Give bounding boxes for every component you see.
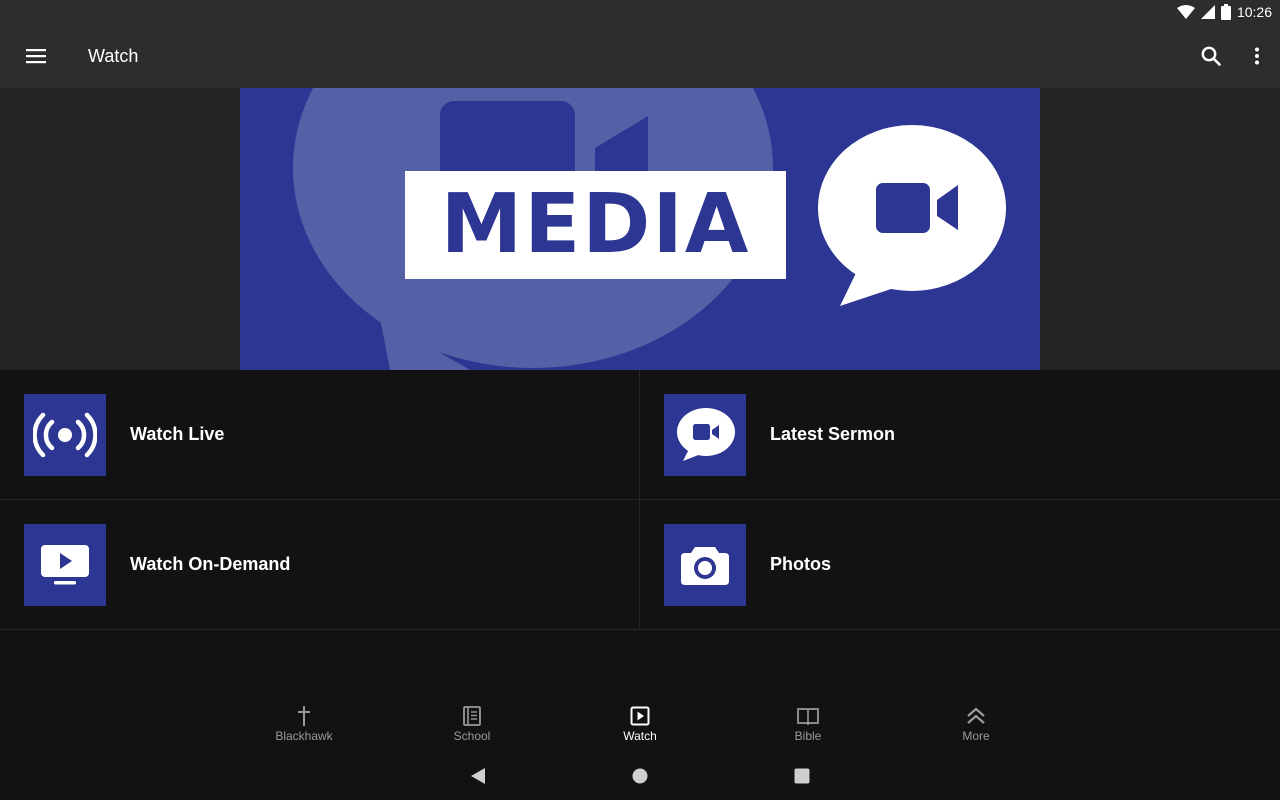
status-time: 10:26 — [1236, 4, 1272, 20]
nav-item-bible[interactable]: Bible — [724, 690, 892, 752]
system-nav-bar — [0, 752, 1280, 800]
tile-label: Watch On-Demand — [130, 554, 291, 574]
nav-item-blackhawk[interactable]: Blackhawk — [220, 690, 388, 752]
tile-icon-bg — [24, 393, 106, 476]
tile-label: Watch Live — [130, 424, 225, 444]
signal-icon — [1200, 5, 1215, 19]
home-circle-icon — [632, 768, 648, 784]
tile-watch-on-demand[interactable]: Watch On-Demand — [0, 500, 640, 630]
search-icon — [1201, 46, 1221, 66]
camera-icon — [681, 546, 729, 585]
media-grid: Watch Live Latest Sermon Watch On-Demand — [0, 370, 1280, 630]
menu-button[interactable] — [0, 24, 72, 88]
open-book-icon — [797, 708, 819, 725]
tv-play-icon — [41, 544, 89, 584]
nav-label: School — [453, 729, 491, 743]
media-title: MEDIA — [440, 177, 751, 272]
recents-square-icon — [794, 768, 810, 784]
status-bar: 10:26 — [0, 0, 1280, 24]
media-banner: MEDIA — [240, 88, 1040, 370]
wifi-icon — [1176, 5, 1195, 19]
battery-icon — [1220, 4, 1231, 20]
tile-icon-bg — [24, 523, 106, 606]
tile-photos[interactable]: Photos — [640, 500, 1280, 630]
hamburger-icon — [26, 49, 46, 64]
nav-label: Blackhawk — [275, 729, 333, 743]
tile-icon-bg — [664, 393, 746, 476]
nav-item-school[interactable]: School — [388, 690, 556, 752]
nav-item-watch[interactable]: Watch — [556, 690, 724, 752]
broadcast-icon — [33, 412, 97, 457]
tile-label: Photos — [770, 554, 831, 574]
app-bar: Watch — [0, 24, 1280, 88]
book-icon — [463, 706, 481, 726]
tile-label: Latest Sermon — [770, 424, 896, 444]
video-chat-icon — [677, 407, 735, 461]
hero-container: MEDIA — [0, 88, 1280, 370]
tile-latest-sermon[interactable]: Latest Sermon — [640, 370, 1280, 500]
tile-watch-live[interactable]: Watch Live — [0, 370, 640, 500]
cross-icon — [298, 706, 310, 726]
search-button[interactable] — [1188, 24, 1234, 88]
play-square-icon — [630, 706, 650, 726]
nav-label: Bible — [794, 729, 822, 743]
page-title: Watch — [88, 45, 139, 66]
bottom-nav: Blackhawk School Watch Bible More — [0, 690, 1280, 752]
back-icon — [471, 768, 485, 784]
overflow-menu-button[interactable] — [1234, 24, 1280, 88]
more-vert-icon — [1255, 47, 1259, 65]
recents-button[interactable] — [721, 752, 883, 800]
media-title-box: MEDIA — [405, 171, 786, 279]
nav-label: Watch — [623, 729, 657, 743]
nav-label: More — [962, 729, 990, 743]
nav-item-more[interactable]: More — [892, 690, 1060, 752]
tile-icon-bg — [664, 523, 746, 606]
chevrons-up-icon — [967, 707, 985, 724]
home-button[interactable] — [559, 752, 721, 800]
back-button[interactable] — [397, 752, 559, 800]
